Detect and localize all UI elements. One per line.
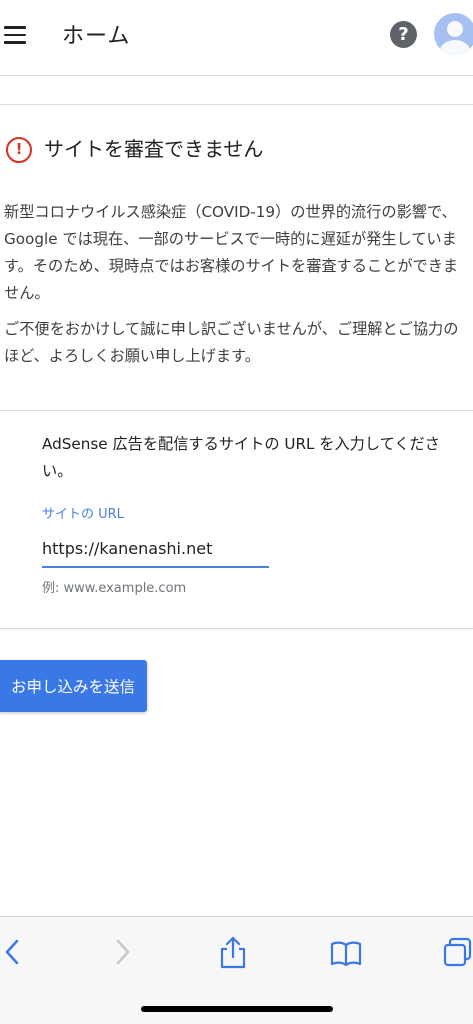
account-avatar-icon[interactable] (434, 13, 473, 55)
delay-notice-paragraph: 新型コロナウイルス感染症（COVID-19）の世界的流行の影響で、Google … (4, 203, 459, 302)
app-header: ホーム ? (0, 0, 473, 76)
site-url-input[interactable] (42, 530, 269, 568)
back-icon[interactable] (2, 935, 32, 969)
tabs-icon[interactable] (442, 935, 473, 969)
share-icon[interactable] (218, 935, 248, 969)
alert-icon: ! (6, 137, 32, 163)
site-url-label: サイトの URL (42, 507, 124, 522)
page-title: ホーム (62, 24, 131, 49)
bookmarks-icon[interactable] (330, 935, 362, 969)
home-indicator (141, 1006, 333, 1012)
help-icon[interactable]: ? (390, 21, 417, 48)
url-instruction: AdSense 広告を配信するサイトの URL を入力してください。 (42, 435, 440, 480)
menu-icon[interactable] (4, 26, 28, 44)
alert-title: サイトを審査できません (44, 137, 264, 161)
forward-icon[interactable] (110, 935, 140, 969)
apology-paragraph: ご不便をおかけして誠に申し訳ございませんが、ご理解とご協力のほど、よろしくお願い… (4, 320, 459, 365)
submit-application-button[interactable]: お申し込みを送信 (0, 660, 147, 712)
site-url-hint: 例: www.example.com (42, 581, 187, 596)
